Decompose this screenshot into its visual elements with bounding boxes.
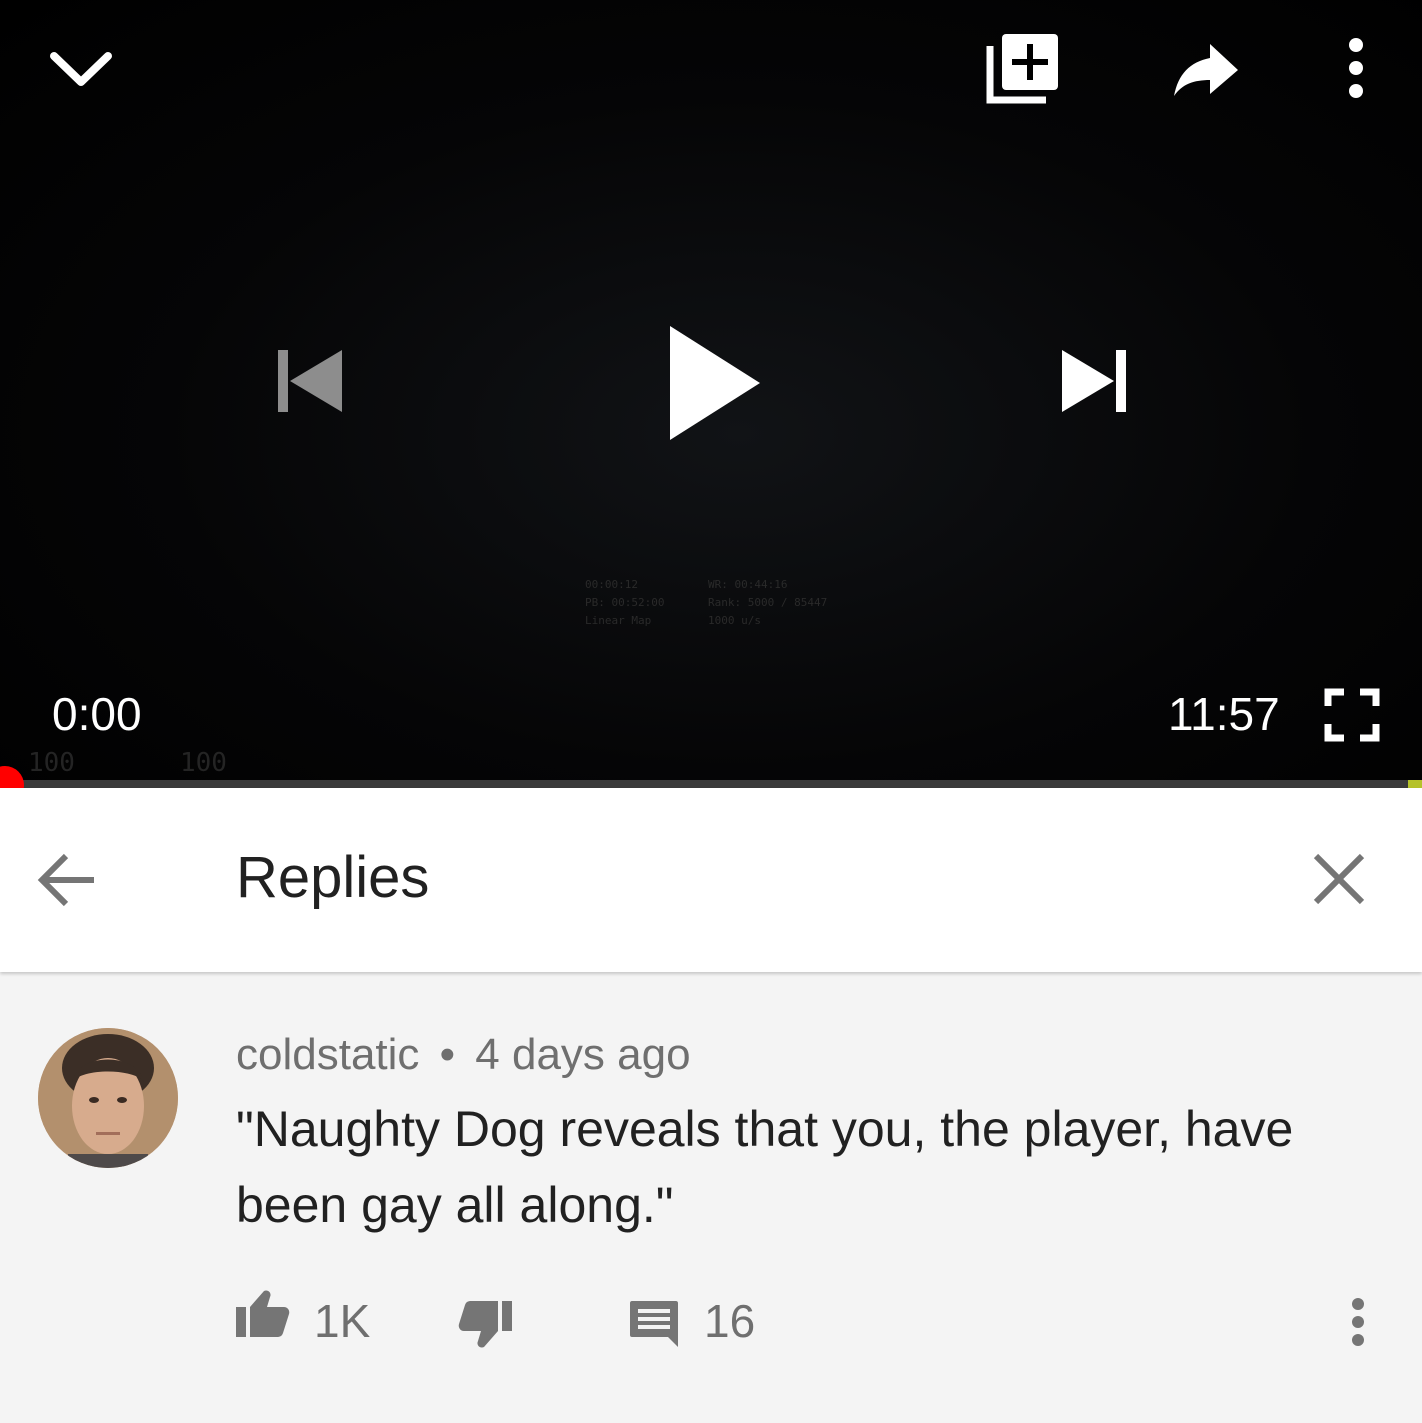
comment-icon[interactable] [628,1299,680,1349]
video-player[interactable]: 00:00:12 PB: 00:52:00 Linear Map WR: 00:… [0,0,1422,788]
progress-bar[interactable] [0,780,1422,788]
comment-meta: coldstatic • 4 days ago [236,1027,691,1083]
hud-text: 00:00:12 [585,578,638,591]
more-vertical-icon[interactable] [1336,36,1376,100]
video-hud-right: WR: 00:44:16 Rank: 5000 / 85447 1000 u/s [708,576,827,630]
comment-text: "Naughty Dog reveals that you, the playe… [236,1101,1294,1233]
like-count: 1K [314,1295,371,1347]
panel-title: Replies [236,845,430,910]
avatar[interactable] [38,1028,178,1168]
hud-armor: 100 [180,748,227,778]
fullscreen-icon[interactable] [1324,688,1380,742]
arrow-back-icon[interactable] [34,848,100,912]
play-icon[interactable] [664,322,764,444]
more-vertical-icon[interactable] [1344,1297,1372,1347]
video-hud-left: 00:00:12 PB: 00:52:00 Linear Map [585,576,664,630]
progress-scrubber[interactable] [0,766,24,788]
skip-previous-icon[interactable] [272,346,348,416]
meta-separator: • [439,1030,456,1079]
current-time: 0:00 [52,688,142,740]
hud-text: Rank: 5000 / 85447 [708,596,828,609]
comment-author[interactable]: coldstatic [236,1030,419,1079]
hud-text: Linear Map [585,614,652,627]
skip-next-icon[interactable] [1056,346,1132,416]
close-icon[interactable] [1308,848,1370,910]
replies-header: Replies [0,788,1422,972]
duration: 11:57 [1168,688,1280,740]
share-icon[interactable] [1170,40,1242,100]
reply-count: 16 [704,1295,756,1347]
progress-buffer [1408,780,1422,788]
hud-text: PB: 00:52:00 [585,596,665,609]
chevron-down-icon[interactable] [44,36,118,100]
hud-text: WR: 00:44:16 [708,578,788,591]
thumbs-up-icon[interactable] [234,1287,290,1339]
comment-age: 4 days ago [475,1030,691,1079]
hud-text: 1000 u/s [708,614,761,627]
add-to-playlist-icon[interactable] [984,30,1062,106]
comment: coldstatic • 4 days ago "Naughty Dog rev… [0,975,1422,1423]
hud-health: 100 [28,748,75,778]
thumbs-down-icon[interactable] [458,1299,514,1351]
